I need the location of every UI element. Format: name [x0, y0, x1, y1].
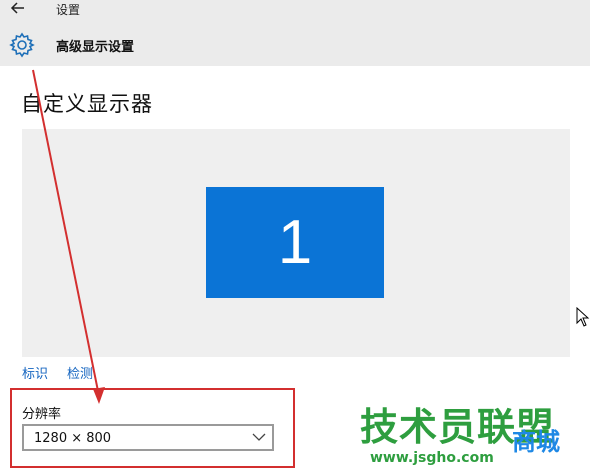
mouse-cursor-icon	[576, 307, 590, 327]
watermark-accent: 商城	[512, 428, 560, 456]
watermark-url: www.jsgho.com	[370, 450, 494, 466]
watermark: 技术员联盟 商城 www.jsgho.com	[360, 396, 590, 472]
